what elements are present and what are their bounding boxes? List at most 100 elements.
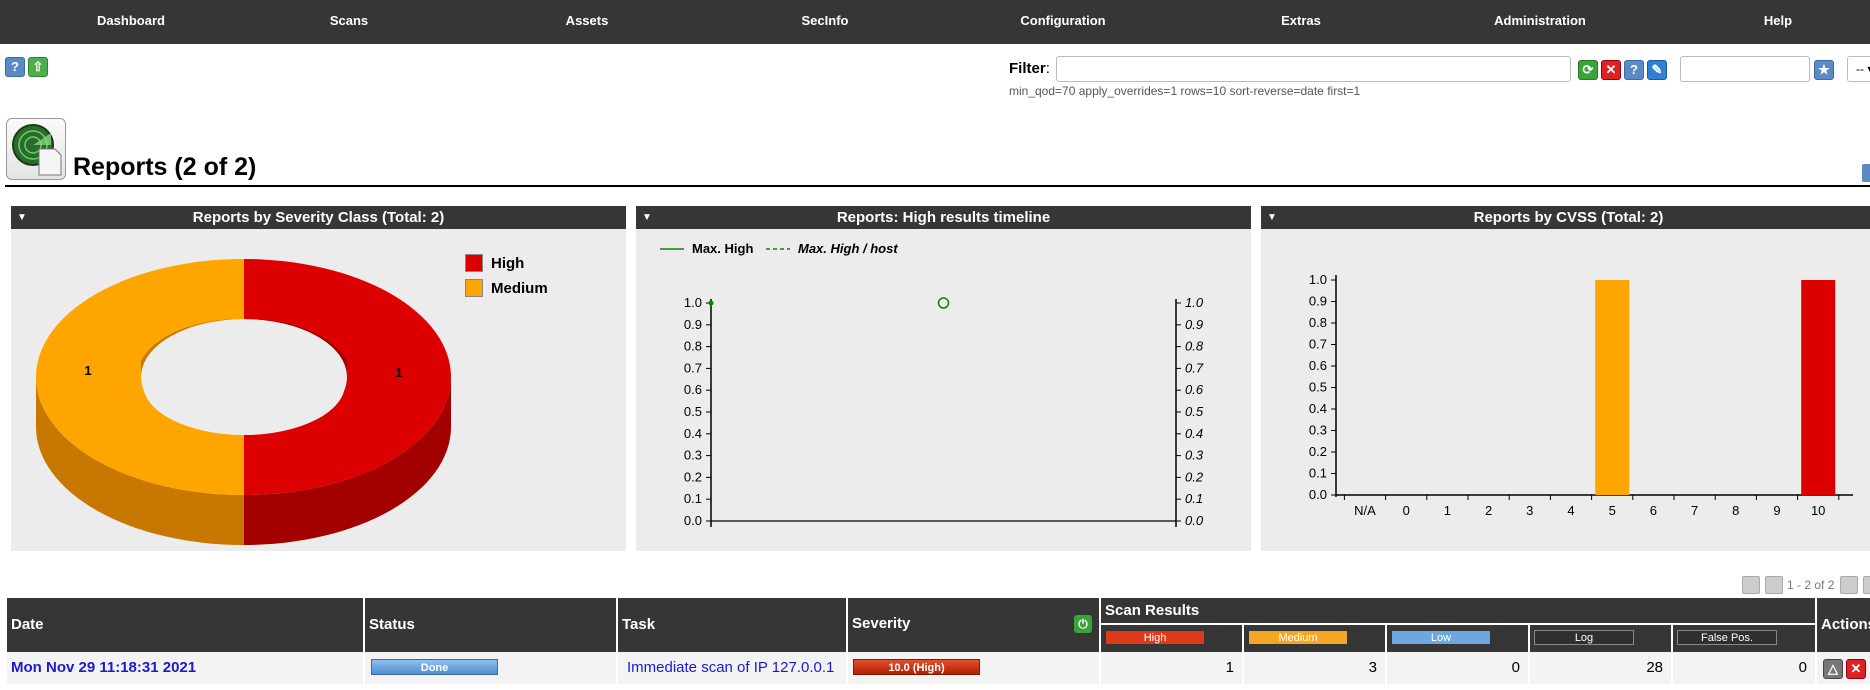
panel-menu-triangle-icon[interactable]: ▼ [17, 206, 27, 229]
col-severity[interactable]: Severity ⏻ [848, 598, 1099, 652]
col-task[interactable]: Task [618, 598, 846, 652]
nav-help[interactable]: Help [1764, 0, 1792, 44]
y-tick-label: 0.5 [684, 404, 702, 419]
y2-tick-label: 0.3 [1185, 448, 1204, 463]
false-pos-sort-button[interactable]: False Pos. [1677, 630, 1777, 645]
low-sort-button[interactable]: Low [1391, 630, 1491, 645]
panel-title: Reports by Severity Class (Total: 2) [192, 209, 445, 226]
new-dashboard-icon[interactable] [1862, 164, 1870, 182]
previous-page-icon[interactable] [1765, 576, 1783, 594]
donut-hole [143, 333, 345, 435]
last-page-icon[interactable] [1863, 576, 1870, 594]
x-tick-label: 7 [1691, 503, 1698, 518]
medium-sort-button[interactable]: Medium [1248, 630, 1348, 645]
table-row-date-cell: Mon Nov 29 11:18:31 2021 [7, 652, 363, 684]
y-tick-label: 0.4 [684, 426, 702, 441]
delete-report-icon[interactable]: ✕ [1846, 659, 1866, 679]
filter-help-icon[interactable]: ? [1624, 60, 1644, 80]
high-sort-button[interactable]: High [1105, 630, 1205, 645]
y-tick-label: 1.0 [1309, 272, 1327, 287]
delete-filter-icon[interactable]: ✕ [1601, 60, 1621, 80]
nav-extras[interactable]: Extras [1281, 0, 1321, 44]
y-tick-label: 0.6 [684, 382, 702, 397]
y-tick-label: 1.0 [684, 295, 702, 310]
page-title: Reports (2 of 2) [73, 153, 257, 181]
task-link[interactable]: Immediate scan of IP 127.0.0.1 [627, 659, 834, 676]
panel-menu-triangle-icon[interactable]: ▼ [1267, 206, 1277, 229]
y-tick-label: 0.6 [1309, 358, 1327, 373]
edit-filter-icon[interactable]: ✎ [1647, 60, 1667, 80]
filter-label: Filter: [1009, 60, 1050, 77]
severity-bar: 10.0 (High) [853, 659, 980, 675]
y-tick-label: 0.1 [684, 491, 702, 506]
upload-icon[interactable]: ⇧ [28, 57, 48, 77]
y-tick-label: 0.7 [1309, 337, 1327, 352]
y-tick-label: 0.3 [684, 448, 702, 463]
panel-menu-triangle-icon[interactable]: ▼ [642, 206, 652, 229]
y-tick-label: 0.0 [1309, 487, 1327, 502]
y-tick-label: 0.4 [1309, 401, 1327, 416]
log-count: 28 [1530, 652, 1671, 684]
col-scan-results: Scan Results [1101, 598, 1815, 623]
y2-tick-label: 0.4 [1185, 426, 1203, 441]
filter-name-input[interactable] [1680, 56, 1810, 82]
log-sort-button[interactable]: Log [1534, 630, 1634, 645]
nav-secinfo[interactable]: SecInfo [802, 0, 849, 44]
y-tick-label: 0.2 [684, 469, 702, 484]
y-tick-label: 0.9 [684, 317, 702, 332]
x-tick-label: 8 [1732, 503, 1739, 518]
x-tick-label: 4 [1567, 503, 1574, 518]
nav-dashboard[interactable]: Dashboard [97, 0, 165, 44]
y2-tick-label: 0.0 [1185, 513, 1204, 528]
y-tick-label: 0.5 [1309, 380, 1327, 395]
apply-overrides-icon[interactable]: ⏻ [1074, 615, 1092, 633]
max-high-point [708, 300, 714, 306]
nav-administration[interactable]: Administration [1494, 0, 1586, 44]
cvss-panel: ▼ Reports by CVSS (Total: 2) 0.0 0.1 0.2 0.… [1261, 206, 1870, 551]
legend-medium-swatch [465, 279, 483, 297]
filter-select[interactable]: -- ▾ [1847, 56, 1870, 82]
refresh-filter-icon[interactable]: ⟳ [1578, 60, 1598, 80]
save-filter-star-icon[interactable]: ★ [1814, 60, 1834, 80]
legend-high-label: High [491, 255, 525, 272]
y-tick-label: 0.8 [684, 339, 702, 354]
y-tick-label: 0.0 [684, 513, 702, 528]
help-icon[interactable]: ? [5, 57, 25, 77]
cvss-bar-chart: 0.0 0.1 0.2 0.3 0.4 0.5 0.6 0.7 0.8 0.9 1.0 N/A 0 1 2 3… [1309, 272, 1853, 518]
report-date-link[interactable]: Mon Nov 29 11:18:31 2021 [11, 659, 196, 676]
x-tick-label: 9 [1773, 503, 1780, 518]
cvss-bar [1595, 280, 1630, 495]
col-status[interactable]: Status [365, 598, 616, 652]
x-tick-label: 5 [1609, 503, 1616, 518]
col-date[interactable]: Date [7, 598, 363, 652]
filter-input[interactable] [1056, 56, 1571, 82]
x-tick-label: 1 [1444, 503, 1451, 518]
y-tick-label: 0.8 [1309, 315, 1327, 330]
y-tick-label: 0.7 [684, 360, 702, 375]
cvss-bar [1801, 280, 1836, 495]
report-icon [6, 118, 66, 180]
next-page-icon[interactable] [1840, 576, 1858, 594]
severity-class-panel: ▼ Reports by Severity Class (Total: 2) 1… [11, 206, 626, 551]
y-tick-label: 0.2 [1309, 444, 1327, 459]
nav-scans[interactable]: Scans [330, 0, 368, 44]
nav-assets[interactable]: Assets [566, 0, 609, 44]
first-page-icon[interactable] [1742, 576, 1760, 594]
high-count: 1 [1101, 652, 1242, 684]
severity-donut-chart: 1 1 [36, 258, 451, 546]
filter-query-text: min_qod=70 apply_overrides=1 rows=10 sor… [1009, 84, 1361, 98]
legend-max-high-host-label: Max. High / host [798, 241, 898, 256]
delta-compare-icon[interactable]: △ [1823, 659, 1843, 679]
x-tick-label: N/A [1354, 503, 1376, 518]
y-tick-label: 0.1 [1309, 466, 1327, 481]
panel-title: Reports by CVSS (Total: 2) [1473, 209, 1664, 226]
medium-value-label: 1 [84, 363, 91, 378]
y-tick-label: 0.3 [1309, 423, 1327, 438]
nav-configuration[interactable]: Configuration [1020, 0, 1105, 44]
x-tick-label: 2 [1485, 503, 1492, 518]
medium-count: 3 [1244, 652, 1385, 684]
y2-tick-label: 0.5 [1185, 404, 1204, 419]
pagination-text: 1 - 2 of 2 [1787, 578, 1835, 592]
panel-title: Reports: High results timeline [836, 209, 1051, 226]
false-pos-count: 0 [1673, 652, 1815, 684]
